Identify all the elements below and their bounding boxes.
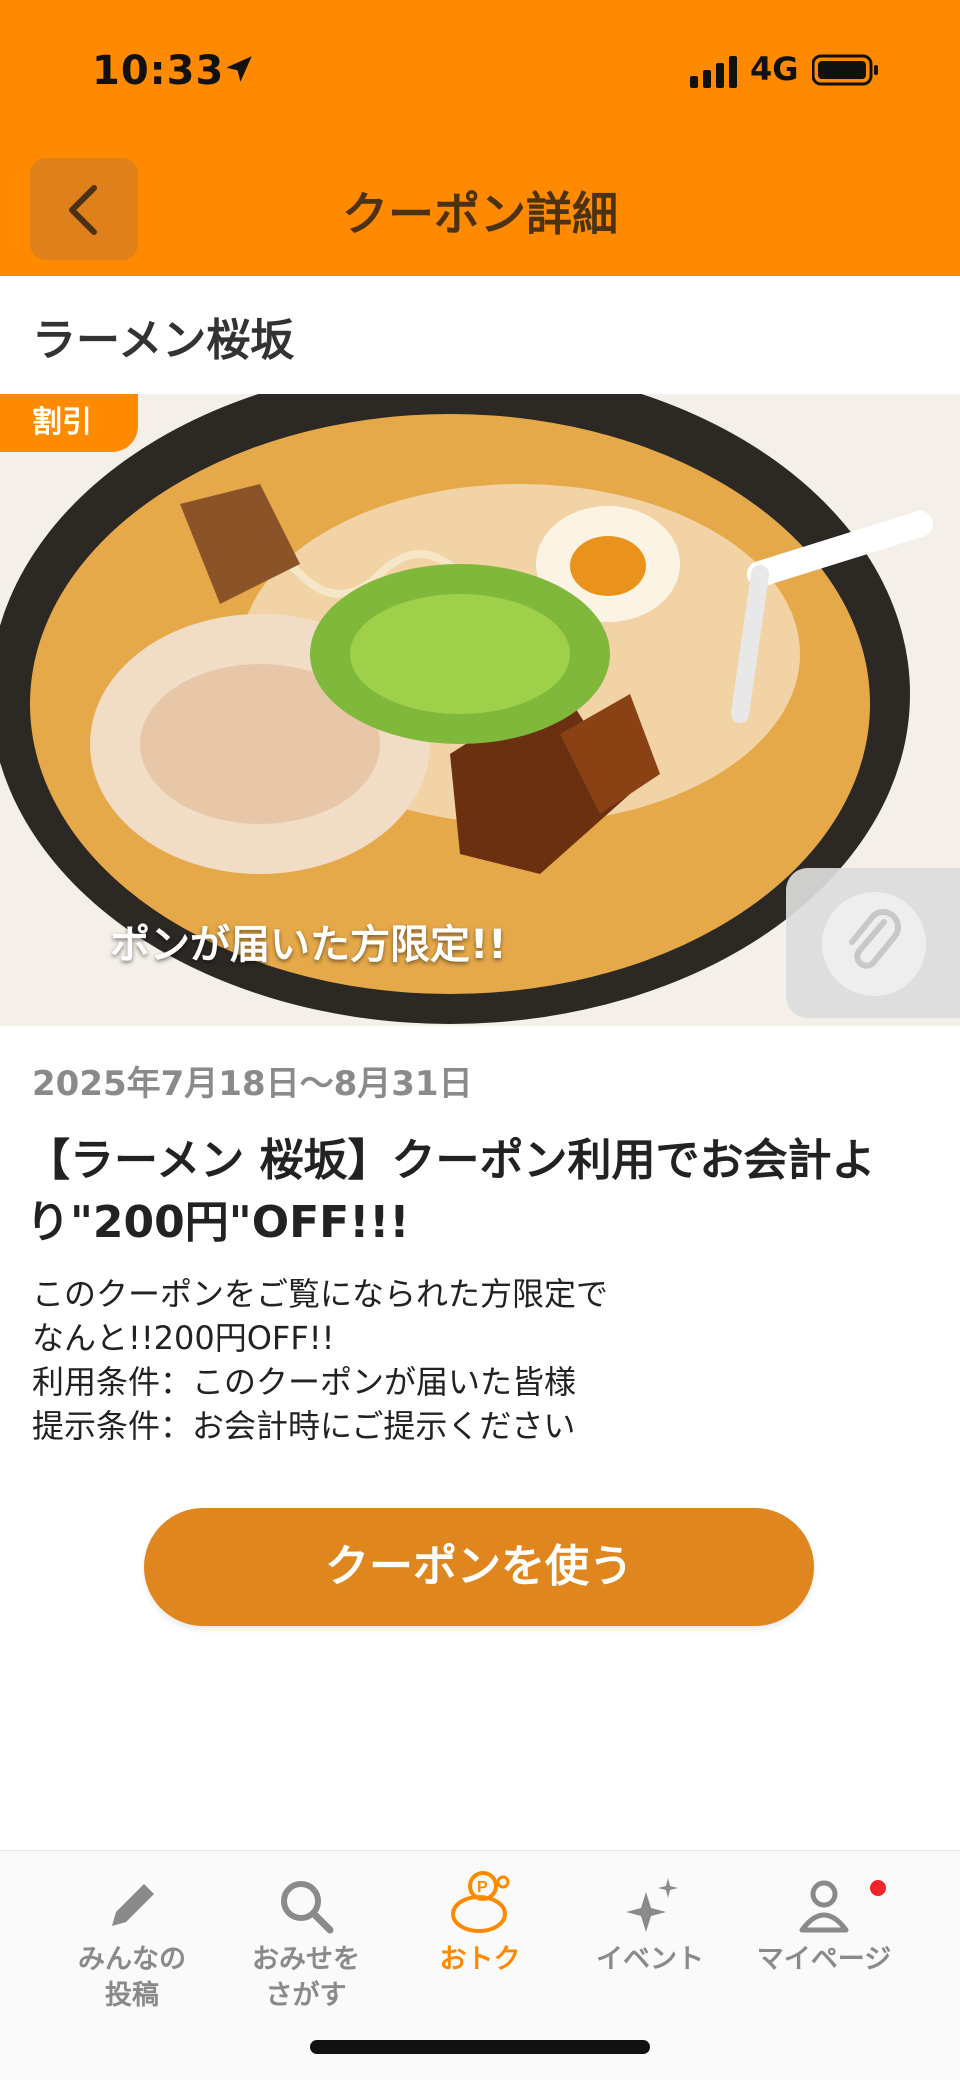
notification-dot <box>870 1880 886 1896</box>
description-line: 提示条件：お会計時にご提示ください <box>32 1407 576 1445</box>
signal-icon <box>690 56 737 88</box>
tab-label: みんなの <box>78 1944 186 1975</box>
location-arrow-icon <box>226 56 252 82</box>
network-label: 4G <box>750 50 799 88</box>
tab-label: おトク <box>439 1944 521 1975</box>
description-line: このクーポンをご覧になられた方限定で <box>32 1275 609 1313</box>
paperclip-icon <box>849 909 901 969</box>
tab-label: 投稿 <box>105 1980 159 2011</box>
tab-label: マイページ <box>756 1944 892 1975</box>
sparkle-icon <box>626 1878 678 1932</box>
battery-icon <box>812 54 878 86</box>
coupon-date-range: 2025年7月18日〜8月31日 <box>32 1064 473 1104</box>
discount-badge: 割引 <box>0 394 138 452</box>
attachment-button[interactable] <box>786 868 960 1018</box>
tab-label: おみせを <box>252 1944 360 1975</box>
use-coupon-button[interactable]: クーポンを使う <box>144 1508 814 1626</box>
piggy-bank-icon: P <box>451 1871 510 1933</box>
tab-search-shops[interactable]: おみせを さがす <box>216 1876 396 2014</box>
hero-overlay-text: ポンが届いた方限定!! <box>110 922 507 968</box>
home-indicator <box>310 2040 650 2054</box>
tab-label: イベント <box>596 1944 704 1975</box>
attachment-circle <box>822 892 926 996</box>
svg-text:P: P <box>477 1879 488 1896</box>
tab-posts[interactable]: みんなの 投稿 <box>42 1876 222 2014</box>
coupon-title: 【ラーメン 桜坂】クーポン利用でお会計より"200円"OFF!!! <box>26 1135 876 1248</box>
tab-events[interactable]: イベント <box>560 1876 740 1978</box>
description-line: 利用条件：このクーポンが届いた皆様 <box>32 1363 577 1401</box>
shop-name: ラーメン桜坂 <box>32 315 295 366</box>
description-line: なんと!!200円OFF!! <box>32 1319 335 1357</box>
status-time: 10:33 <box>92 48 225 94</box>
pencil-icon <box>112 1884 154 1926</box>
coupon-description: このクーポンをご覧になられた方限定で なんと!!200円OFF!! 利用条件：こ… <box>32 1272 932 1448</box>
tab-label: さがす <box>265 1980 347 2011</box>
tab-mypage[interactable]: マイページ <box>734 1876 914 1978</box>
search-icon <box>281 1881 334 1934</box>
person-icon <box>799 1880 849 1933</box>
page-title: クーポン詳細 <box>342 187 618 241</box>
tab-deals[interactable]: P おトク <box>390 1870 570 1978</box>
